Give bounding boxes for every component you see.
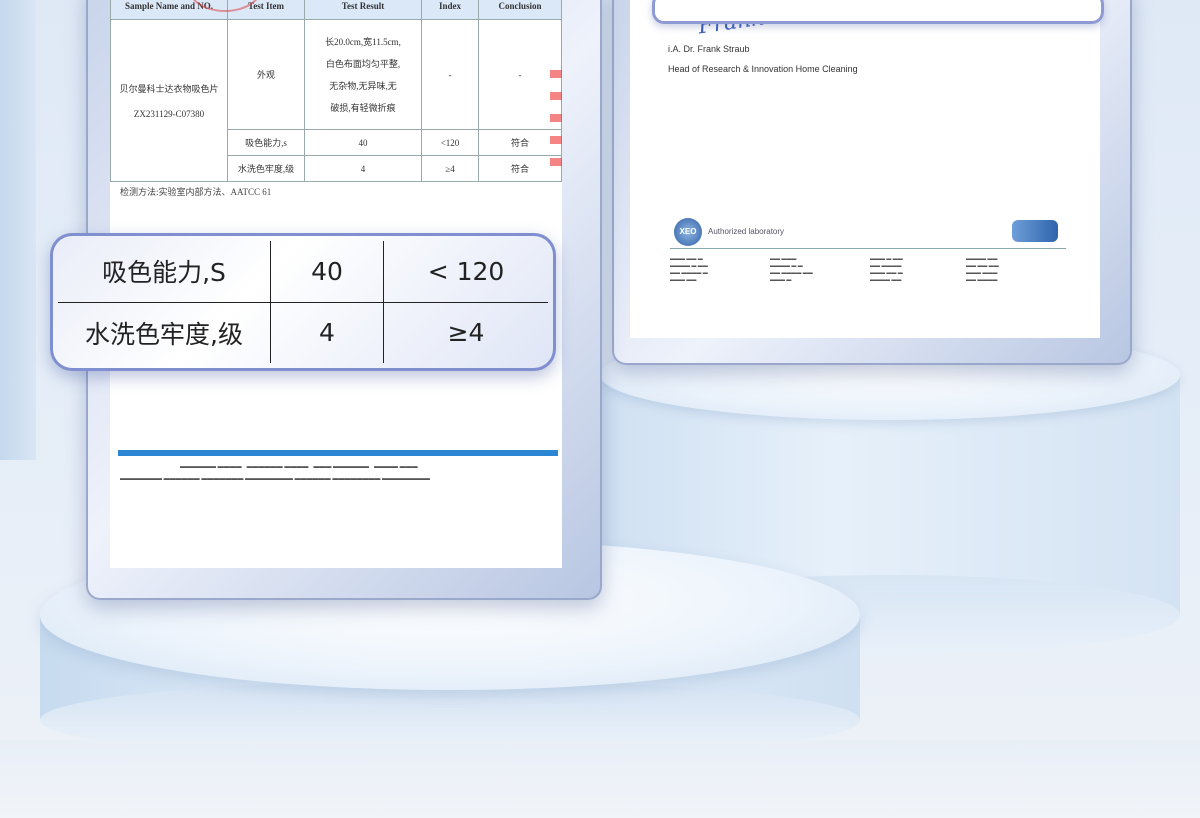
header-conclusion: Conclusion [478,0,562,20]
fastness-item: 水洗色牢度,级 [227,155,305,182]
appearance-result: 长20.0cm,宽11.5cm, 白色布面均匀平整, 无杂物,无异味,无 破损,… [304,19,422,130]
accreditation-text: Authorized laboratory [708,227,785,236]
appearance-item: 外观 [227,19,305,130]
callout-value-absorb: 40 [270,241,384,303]
address-block-4: ▬▬▬▬ ▬▬ ▬▬ ▬▬ ▬▬ ▬▬▬ ▬▬▬ ▬▬ ▬▬▬▬ [966,256,999,283]
appearance-index: - [421,19,479,130]
appearance-line: 无杂物,无异味,无 [329,80,397,91]
callout-index-absorb: < 120 [383,241,548,303]
floor [0,740,1200,818]
signer-name: i.A. Dr. Frank Straub [668,44,750,54]
absorb-item: 吸色能力,s [227,129,305,156]
red-seal-edge-icon [550,70,562,180]
absorb-index: <120 [421,129,479,156]
address-block-1: ▬▬▬ ▬▬ ▬ ▬▬▬▬ ▬ ▬▬ ▬▬ ▬▬▬▬ ▬ ▬▬▬ ▬▬ [670,256,708,283]
header-index: Index [421,0,479,20]
right-callout-edge [652,0,1104,24]
right-certificate-frame: Frank i.A. Dr. Frank Straub Head of Rese… [612,0,1132,365]
callout-value-fastness: 4 [270,301,384,363]
sample-number: ZX231129-C07380 [133,109,205,119]
test-result-table: Sample Name and NO. Test Item Test Resul… [110,0,562,182]
footer-divider [670,248,1066,249]
address-block-2: ▬▬ ▬▬▬ ▬▬▬▬ ▬ ▬ ▬▬ ▬▬▬▬ ▬▬ ▬▬▬ ▬ [770,256,813,283]
absorb-result: 40 [304,129,422,156]
footer-line-2: ▬▬▬▬▬▬▬ ▬▬▬▬▬▬ ▬▬▬▬▬▬▬ ▬▬▬▬▬▬▬▬ ▬▬▬▬▬▬ ▬… [120,476,431,482]
callout-label-fastness: 水洗色牢度,级 [58,301,271,363]
right-certificate-paper: Frank i.A. Dr. Frank Straub Head of Rese… [630,0,1100,338]
highlight-table: 吸色能力,S 40 < 120 水洗色牢度,级 4 ≥4 [58,241,548,363]
background-wall [0,0,36,460]
appearance-line: 长20.0cm,宽11.5cm, [325,36,401,47]
test-method: 检测方法:实验室内部方法、AATCC 61 [120,187,272,197]
footer-line-1: ▬▬▬▬▬▬ ▬▬▬▬ ▬▬▬▬▬▬ ▬▬▬▬ ▬▬▬ ▬▬▬▬▬▬ ▬▬▬▬ … [180,464,418,470]
appearance-line: 破损,有轻微折痕 [330,102,396,113]
fastness-index: ≥4 [421,155,479,182]
xeo-logo-icon: XEO [674,218,702,246]
callout-index-fastness: ≥4 [383,301,548,363]
sample-name: 贝尔曼科士达衣物吸色片 [119,84,219,94]
accreditation-logo-icon [1012,220,1058,242]
header-test-result: Test Result [304,0,422,20]
footer-blue-bar [118,450,558,456]
fastness-result: 4 [304,155,422,182]
address-block-3: ▬▬▬ ▬ ▬▬ ▬▬ ▬▬▬▬ ▬▬▬ ▬▬ ▬ ▬▬▬▬ ▬▬ [870,256,903,283]
sample-cell: 贝尔曼科士达衣物吸色片 ZX231129-C07380 [110,19,228,182]
highlight-callout: 吸色能力,S 40 < 120 水洗色牢度,级 4 ≥4 [50,233,556,371]
callout-label-absorb: 吸色能力,S [58,241,271,303]
appearance-line: 白色布面均匀平整, [325,58,401,69]
signer-title: Head of Research & Innovation Home Clean… [668,64,858,74]
